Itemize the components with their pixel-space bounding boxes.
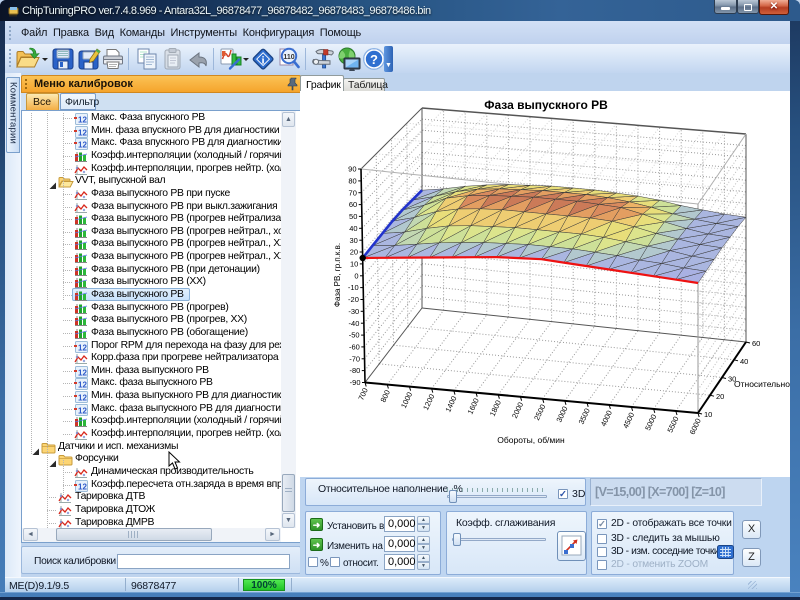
svg-text:12: 12 <box>78 343 87 352</box>
svg-text:-90: -90 <box>350 378 361 387</box>
svg-text:12: 12 <box>78 141 87 150</box>
svg-text:70: 70 <box>349 188 357 197</box>
svg-text:-60: -60 <box>349 343 360 352</box>
svg-text:?: ? <box>370 52 378 67</box>
svg-text:-80: -80 <box>349 366 360 375</box>
svg-text:-50: -50 <box>349 331 360 340</box>
svg-text:60: 60 <box>349 200 357 209</box>
svg-text:12: 12 <box>78 394 87 403</box>
svg-text:i: i <box>261 55 264 67</box>
svg-text:12: 12 <box>78 406 87 415</box>
svg-text:30: 30 <box>349 236 357 245</box>
svg-text:110: 110 <box>283 54 294 61</box>
svg-text:-20: -20 <box>348 295 359 304</box>
svg-text:-30: -30 <box>348 307 359 316</box>
svg-text:10: 10 <box>704 410 712 419</box>
svg-text:Фаза РВ, гр.п.к.в.: Фаза РВ, гр.п.к.в. <box>333 243 342 307</box>
svg-text:12: 12 <box>78 128 87 137</box>
svg-text:Фаза выпускного РВ: Фаза выпускного РВ <box>484 98 608 112</box>
svg-text:12: 12 <box>78 368 87 377</box>
svg-text:Обороты, об/мин: Обороты, об/мин <box>497 435 565 445</box>
svg-text:90: 90 <box>348 165 356 174</box>
svg-text:40: 40 <box>740 357 748 366</box>
svg-text:20: 20 <box>716 392 724 401</box>
svg-text:-40: -40 <box>349 319 360 328</box>
svg-text:50: 50 <box>349 212 357 221</box>
svg-text:80: 80 <box>348 177 356 186</box>
svg-text:12: 12 <box>78 381 87 390</box>
svg-text:10: 10 <box>350 260 358 269</box>
svg-text:0: 0 <box>354 271 358 280</box>
svg-text:12: 12 <box>78 482 87 491</box>
svg-text:20: 20 <box>350 248 358 257</box>
svg-text:-10: -10 <box>348 283 359 292</box>
svg-text:40: 40 <box>349 224 357 233</box>
svg-text:-70: -70 <box>349 354 360 363</box>
svg-text:Относительное н: Относительное н <box>734 379 790 389</box>
svg-text:12: 12 <box>78 116 87 125</box>
svg-text:60: 60 <box>752 339 760 348</box>
